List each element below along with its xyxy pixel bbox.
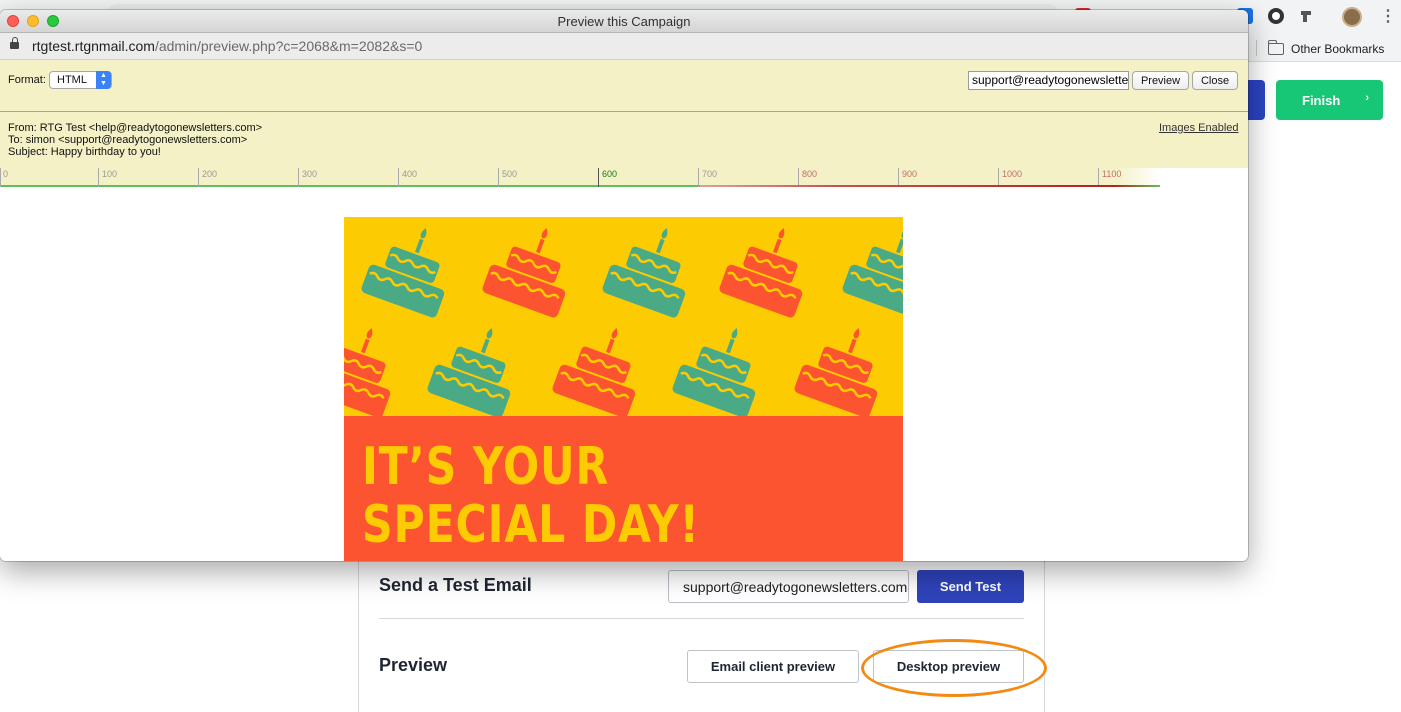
email-headline: IT’S YOUR SPECIAL DAY!: [362, 438, 700, 554]
ruler-label: 900: [902, 169, 918, 179]
format-value: HTML: [57, 74, 87, 86]
ruler-label: 400: [402, 169, 418, 179]
popup-title: Preview this Campaign: [557, 14, 691, 29]
folder-icon: [1267, 40, 1284, 55]
images-enabled-link[interactable]: Images Enabled: [1159, 122, 1239, 134]
ruler-tick: [398, 168, 399, 187]
ruler-label: 1000: [1002, 169, 1023, 179]
ruler-tick: [0, 168, 1, 187]
finish-button[interactable]: Finish ›: [1276, 80, 1383, 120]
extension-icon[interactable]: [1298, 8, 1314, 24]
preview-recipient-input[interactable]: support@readytogonewsletters.com: [968, 71, 1129, 90]
email-client-preview-button[interactable]: Email client preview: [687, 650, 859, 683]
cake-pattern: [344, 217, 903, 421]
ruler-label: 200: [202, 169, 218, 179]
ruler-tick: [698, 168, 699, 187]
popup-url: rtgtest.rtgnmail.com/admin/preview.php?c…: [32, 38, 422, 54]
preview-popup-window: Preview this Campaign rtgtest.rtgnmail.c…: [0, 10, 1248, 561]
format-bar: Format: HTML ▲ ▼ support@readytogonewslet…: [0, 60, 1248, 112]
popup-url-bar[interactable]: rtgtest.rtgnmail.com/admin/preview.php?c…: [0, 33, 1248, 60]
ruler-label: 100: [102, 169, 118, 179]
extension-icon[interactable]: [1268, 8, 1284, 24]
cake-pattern-graphic: [344, 217, 903, 421]
lock-icon: [10, 37, 19, 51]
primary-step-button[interactable]: [1246, 80, 1265, 120]
bookmarks-separator: [1256, 40, 1257, 56]
birthday-banner: IT’S YOUR SPECIAL DAY!: [344, 217, 903, 561]
other-bookmarks[interactable]: Other Bookmarks: [1267, 40, 1385, 58]
ruler-tick: [498, 168, 499, 187]
ruler-label: 1100: [1102, 169, 1122, 179]
send-test-button[interactable]: Send Test: [917, 570, 1024, 603]
ruler-label: 0: [3, 169, 9, 179]
ruler-label: 800: [802, 169, 818, 179]
ruler-label: 700: [702, 169, 718, 179]
popup-preview-button[interactable]: Preview: [1132, 71, 1189, 90]
section-divider: [379, 618, 1024, 619]
email-headers: From: RTG Test <help@readytogonewsletter…: [0, 112, 1248, 168]
header-from: From: RTG Test <help@readytogonewsletter…: [8, 122, 263, 134]
ruler-tick: [598, 168, 599, 187]
headline-block: IT’S YOUR SPECIAL DAY!: [344, 416, 903, 561]
url-host: rtgtest.rtgnmail.com: [32, 38, 155, 54]
preview-title: Preview: [379, 655, 448, 675]
desktop-stage: ⋮ Other Bookmarks Finish › Send a Test E…: [0, 0, 1401, 712]
email-preview-area: IT’S YOUR SPECIAL DAY!: [0, 187, 1248, 561]
ruler-tick: [98, 168, 99, 187]
ruler-label: 600: [602, 169, 618, 179]
headline-line-1: IT’S YOUR: [362, 437, 610, 497]
url-path: /admin/preview.php?c=2068&m=2082&s=0: [154, 38, 423, 54]
ruler-label: 500: [502, 169, 518, 179]
browser-menu-icon[interactable]: ⋮: [1380, 7, 1396, 27]
profile-avatar[interactable]: [1342, 7, 1362, 27]
header-subject: Subject: Happy birthday to you!: [8, 146, 161, 158]
ruler-label: 300: [302, 169, 318, 179]
send-test-title: Send a Test Email: [379, 575, 532, 595]
test-email-input[interactable]: support@readytogonewsletters.com: [668, 570, 909, 603]
select-arrows-icon: ▲ ▼: [96, 71, 111, 89]
format-label: Format:: [8, 74, 46, 86]
popup-titlebar[interactable]: Preview this Campaign: [0, 10, 1248, 33]
desktop-preview-button[interactable]: Desktop preview: [873, 650, 1024, 683]
format-select[interactable]: HTML ▲ ▼: [49, 71, 112, 89]
headline-line-2: SPECIAL DAY!: [362, 495, 700, 555]
chevron-right-icon: ›: [1365, 92, 1369, 104]
popup-close-button[interactable]: Close: [1192, 71, 1238, 90]
ruler-tick: [198, 168, 199, 187]
other-bookmarks-label: Other Bookmarks: [1291, 42, 1385, 56]
finish-label: Finish: [1302, 92, 1341, 108]
ruler-tick: [298, 168, 299, 187]
header-to: To: simon <support@readytogonewsletters.…: [8, 134, 248, 146]
